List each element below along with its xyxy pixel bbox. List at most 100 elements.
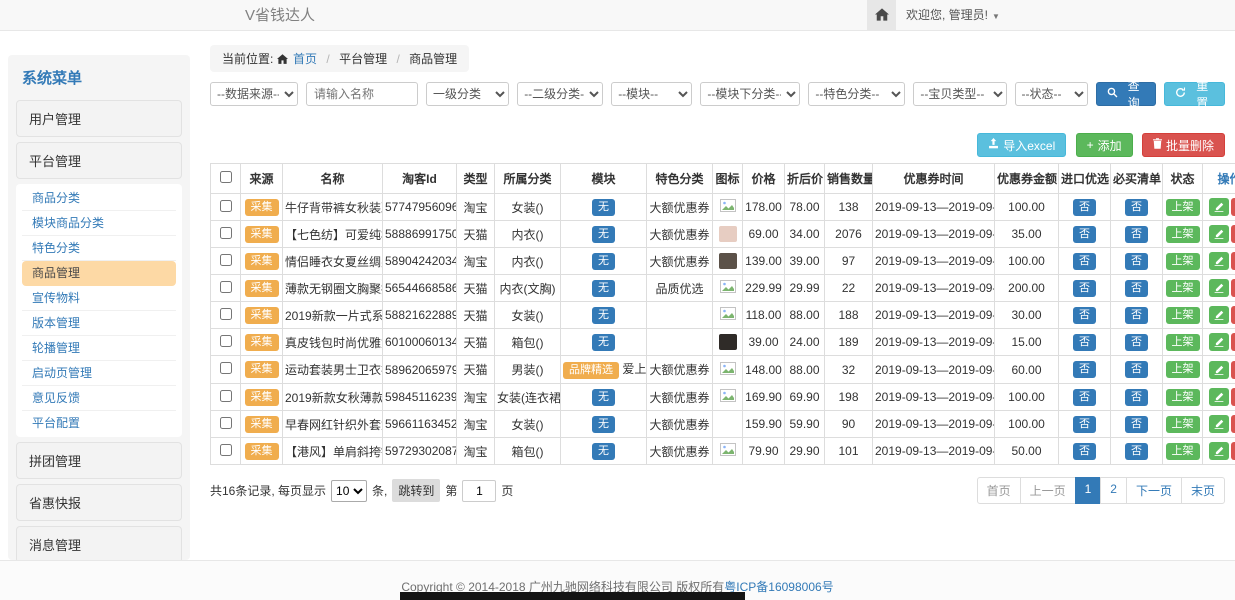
mustbuy-toggle[interactable]: 否 [1125,199,1148,216]
edit-button[interactable] [1209,252,1229,270]
edit-button[interactable] [1209,361,1229,379]
edit-button[interactable] [1209,415,1229,433]
sidebar-item-2[interactable]: 商品分类 [22,186,176,211]
search-button[interactable]: 查询 [1096,82,1157,106]
status-toggle[interactable]: 上架 [1166,334,1200,351]
home-button[interactable] [867,0,896,31]
delete-button[interactable] [1231,442,1235,460]
edit-button[interactable] [1209,333,1229,351]
mustbuy-toggle[interactable]: 否 [1125,226,1148,243]
import-toggle[interactable]: 否 [1073,253,1096,270]
row-checkbox[interactable] [220,281,232,293]
row-checkbox[interactable] [220,390,232,402]
sidebar-item-8[interactable]: 轮播管理 [22,336,176,361]
filter-select-module[interactable]: --模块-- [611,82,692,106]
select-all-checkbox[interactable] [220,171,232,183]
sidebar-item-6[interactable]: 宣传物料 [22,286,176,311]
edit-button[interactable] [1209,279,1229,297]
jump-to-button[interactable]: 跳转到 [392,479,440,502]
filter-select-status[interactable]: --状态-- [1015,82,1088,106]
status-toggle[interactable]: 上架 [1166,307,1200,324]
row-checkbox[interactable] [220,417,232,429]
edit-button[interactable] [1209,388,1229,406]
page-button-4[interactable]: 下一页 [1126,477,1182,504]
status-toggle[interactable]: 上架 [1166,416,1200,433]
row-checkbox[interactable] [220,362,232,374]
filter-select-item-type[interactable]: --宝贝类型-- [913,82,1006,106]
sidebar-item-4[interactable]: 特色分类 [22,236,176,261]
delete-button[interactable] [1231,279,1235,297]
delete-button[interactable] [1231,225,1235,243]
delete-button[interactable] [1231,361,1235,379]
import-toggle[interactable]: 否 [1073,361,1096,378]
import-toggle[interactable]: 否 [1073,199,1096,216]
per-page-select[interactable]: 10 [331,480,367,502]
import-toggle[interactable]: 否 [1073,280,1096,297]
reset-button[interactable]: 重置 [1164,82,1225,106]
row-checkbox[interactable] [220,444,232,456]
import-toggle[interactable]: 否 [1073,443,1096,460]
row-checkbox[interactable] [220,308,232,320]
delete-button[interactable] [1231,198,1235,216]
sidebar-item-9[interactable]: 启动页管理 [22,361,176,386]
sidebar-item-11[interactable]: 平台配置 [22,411,176,435]
page-button-0[interactable]: 首页 [977,477,1021,504]
sidebar-item-13[interactable]: 省惠快报 [16,484,182,521]
status-toggle[interactable]: 上架 [1166,389,1200,406]
sidebar-item-3[interactable]: 模块商品分类 [22,211,176,236]
page-button-3[interactable]: 2 [1100,477,1127,504]
row-checkbox[interactable] [220,200,232,212]
mustbuy-toggle[interactable]: 否 [1125,280,1148,297]
import-toggle[interactable]: 否 [1073,334,1096,351]
edit-button[interactable] [1209,198,1229,216]
mustbuy-toggle[interactable]: 否 [1125,416,1148,433]
delete-button[interactable] [1231,252,1235,270]
filter-select-data-source[interactable]: --数据来源-- [210,82,298,106]
edit-button[interactable] [1209,225,1229,243]
import-excel-button[interactable]: 导入excel [977,133,1066,157]
import-toggle[interactable]: 否 [1073,389,1096,406]
filter-select-level1-category[interactable]: 一级分类 [426,82,509,106]
status-toggle[interactable]: 上架 [1166,361,1200,378]
status-toggle[interactable]: 上架 [1166,253,1200,270]
sidebar-item-1[interactable]: 平台管理 [16,142,182,179]
filter-select-feature-category[interactable]: --特色分类-- [808,82,905,106]
sidebar-item-10[interactable]: 意见反馈 [22,386,176,411]
row-checkbox[interactable] [220,254,232,266]
delete-button[interactable] [1231,333,1235,351]
page-button-2[interactable]: 1 [1075,477,1102,504]
delete-button[interactable] [1231,388,1235,406]
filter-name-input[interactable] [306,82,418,106]
batch-delete-button[interactable]: 批量删除 [1142,133,1225,157]
filter-select-level2-category[interactable]: --二级分类-- [517,82,603,106]
mustbuy-toggle[interactable]: 否 [1125,389,1148,406]
mustbuy-toggle[interactable]: 否 [1125,253,1148,270]
sidebar-item-12[interactable]: 拼团管理 [16,442,182,479]
breadcrumb-home-link[interactable]: 首页 [293,52,317,66]
sidebar-item-7[interactable]: 版本管理 [22,311,176,336]
delete-button[interactable] [1231,415,1235,433]
status-toggle[interactable]: 上架 [1166,443,1200,460]
mustbuy-toggle[interactable]: 否 [1125,361,1148,378]
import-toggle[interactable]: 否 [1073,307,1096,324]
page-button-1[interactable]: 上一页 [1020,477,1076,504]
mustbuy-toggle[interactable]: 否 [1125,443,1148,460]
row-checkbox[interactable] [220,335,232,347]
filter-select-module-subcategory[interactable]: --模块下分类-- [700,82,800,106]
import-toggle[interactable]: 否 [1073,226,1096,243]
edit-button[interactable] [1209,306,1229,324]
page-button-5[interactable]: 末页 [1181,477,1225,504]
delete-button[interactable] [1231,306,1235,324]
page-number-input[interactable] [462,480,496,502]
edit-button[interactable] [1209,442,1229,460]
sidebar-item-14[interactable]: 消息管理 [16,526,182,560]
row-checkbox[interactable] [220,227,232,239]
import-toggle[interactable]: 否 [1073,416,1096,433]
status-toggle[interactable]: 上架 [1166,199,1200,216]
status-toggle[interactable]: 上架 [1166,226,1200,243]
sidebar-item-5[interactable]: 商品管理 [22,261,176,286]
status-toggle[interactable]: 上架 [1166,280,1200,297]
mustbuy-toggle[interactable]: 否 [1125,307,1148,324]
sidebar-item-0[interactable]: 用户管理 [16,100,182,137]
user-menu[interactable]: 欢迎您, 管理员!▼ [906,0,1000,32]
